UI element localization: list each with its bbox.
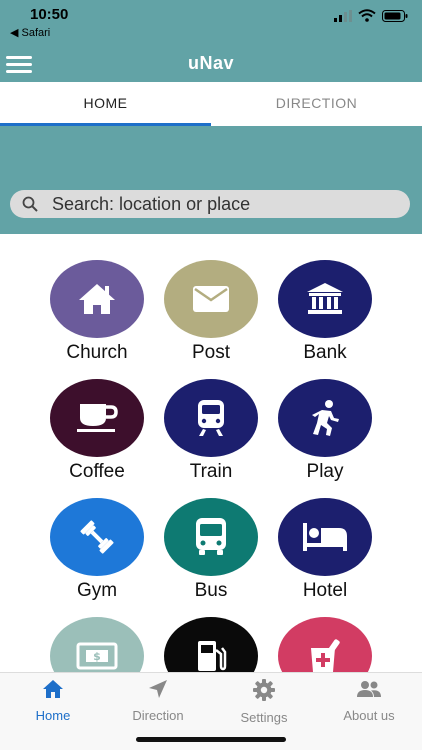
nav-home-label: Home [35, 708, 71, 723]
home-indicator-bar [136, 737, 286, 742]
bank-icon [307, 283, 343, 314]
category-gym[interactable]: Gym [42, 498, 152, 618]
status-time: 10:50 [30, 6, 69, 23]
coffee-cup-icon [77, 404, 118, 432]
category-gym-circle[interactable] [50, 498, 144, 576]
nav-direction-label: Direction [132, 708, 184, 723]
nav-settings-label: Settings [240, 710, 288, 725]
running-person-icon [312, 400, 339, 436]
search-banner: Search: location or place [0, 126, 422, 234]
battery-icon [382, 9, 408, 22]
category-money-circle[interactable]: $ [50, 617, 144, 672]
back-to-safari-link[interactable]: ◀ Safari [10, 26, 50, 39]
category-pharmacy-circle[interactable] [278, 617, 372, 672]
status-bar: 10:50 ◀ Safari [0, 0, 422, 46]
category-label: Hotel [302, 580, 348, 601]
wifi-icon [358, 9, 376, 22]
app-screen: 10:50 ◀ Safari uNav HOME DIRECTION Searc… [0, 0, 422, 750]
people-icon [357, 681, 381, 697]
nav-direction[interactable]: Direction [113, 679, 203, 723]
category-grid: Church Post Bank Coffee Train Play Gym B… [0, 234, 422, 672]
category-coffee[interactable]: Coffee [42, 379, 152, 499]
category-label: Gym [76, 580, 118, 601]
category-play[interactable]: Play [270, 379, 380, 499]
category-bank[interactable]: Bank [270, 260, 380, 380]
search-icon [22, 196, 38, 212]
page-title: uNav [187, 53, 234, 73]
category-fuel-circle[interactable] [164, 617, 258, 672]
category-coffee-circle[interactable] [50, 379, 144, 457]
train-icon [198, 400, 224, 436]
category-bus[interactable]: Bus [156, 498, 266, 618]
category-label: Coffee [69, 461, 125, 482]
gear-icon [253, 679, 275, 701]
category-post[interactable]: Post [156, 260, 266, 380]
tab-home[interactable]: HOME [0, 82, 211, 126]
category-money[interactable]: $ [42, 617, 152, 672]
category-label: Church [66, 342, 128, 363]
system-icons [334, 9, 408, 22]
nav-home[interactable]: Home [8, 679, 98, 723]
category-church-circle[interactable] [50, 260, 144, 338]
fuel-pump-icon [198, 641, 227, 671]
category-bank-circle[interactable] [278, 260, 372, 338]
search-input[interactable]: Search: location or place [10, 190, 410, 218]
home-icon [43, 680, 63, 698]
nav-settings[interactable]: Settings [219, 679, 309, 725]
category-label: Bank [303, 342, 347, 363]
home-icon [79, 284, 115, 314]
envelope-icon [193, 286, 229, 312]
search-placeholder: Search: location or place [52, 193, 251, 214]
category-church[interactable]: Church [42, 260, 152, 380]
category-label: Train [189, 461, 233, 482]
nav-about-us-label: About us [343, 708, 395, 723]
app-header: uNav [0, 46, 422, 82]
category-play-circle[interactable] [278, 379, 372, 457]
category-hotel-circle[interactable] [278, 498, 372, 576]
category-label: Bus [194, 580, 228, 601]
tab-direction[interactable]: DIRECTION [211, 82, 422, 126]
bus-icon [196, 518, 226, 555]
money-icon: $ [76, 642, 118, 670]
category-train[interactable]: Train [156, 379, 266, 499]
bed-icon [303, 523, 347, 551]
nav-about-us[interactable]: About us [324, 679, 414, 723]
dumbbell-icon [80, 520, 114, 554]
category-label: Play [306, 461, 344, 482]
pharmacy-icon [311, 639, 340, 672]
category-train-circle[interactable] [164, 379, 258, 457]
svg-text:$: $ [93, 650, 101, 663]
cellular-signal-icon [334, 9, 352, 22]
category-label: Post [191, 342, 231, 363]
category-pharmacy[interactable] [270, 617, 380, 672]
category-bus-circle[interactable] [164, 498, 258, 576]
navigation-arrow-icon [149, 680, 167, 698]
category-post-circle[interactable] [164, 260, 258, 338]
category-fuel[interactable] [156, 617, 266, 672]
category-hotel[interactable]: Hotel [270, 498, 380, 618]
tab-bar: HOME DIRECTION [0, 82, 422, 126]
